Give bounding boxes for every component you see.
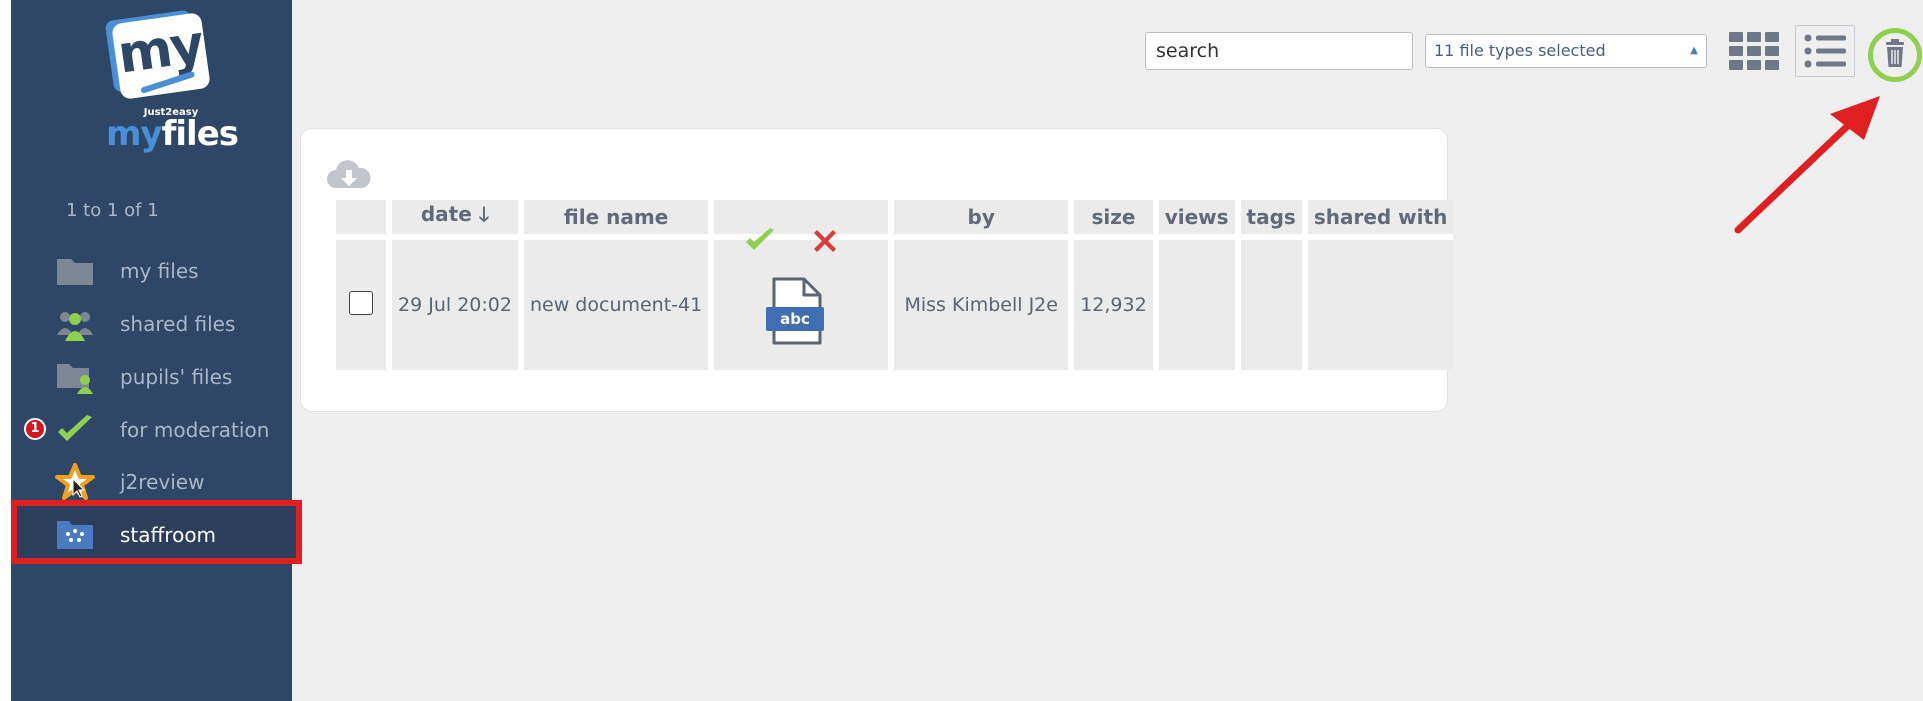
- grid-view-button[interactable]: [1727, 28, 1781, 74]
- row-size: 12,932: [1074, 234, 1153, 370]
- staffroom-icon: [55, 517, 95, 553]
- moderation-count-badge: 1: [24, 418, 46, 440]
- sidebar-item-label: pupils' files: [120, 365, 233, 389]
- row-checkbox[interactable]: [349, 290, 373, 315]
- search-input[interactable]: [1145, 32, 1413, 70]
- select-arrows-icon: ▲: [1690, 45, 1698, 56]
- trash-icon: [1886, 39, 1904, 67]
- row-date: 29 Jul 20:02: [392, 234, 518, 370]
- arrow-down-icon: 🡓: [478, 202, 490, 226]
- column-header-date-label: date: [420, 202, 472, 226]
- grid-view-icon: [1729, 32, 1779, 70]
- folder-icon: [55, 253, 95, 289]
- myfiles-logo[interactable]: my Just2easy myfiles: [106, 12, 239, 154]
- logo-wordmark-my: my: [106, 114, 163, 154]
- approve-check-icon[interactable]: [744, 226, 776, 254]
- reject-x-icon[interactable]: [810, 226, 840, 256]
- files-table: date 🡓 file name by size views tags shar…: [330, 200, 1459, 370]
- sidebar-item-label: for moderation: [120, 418, 270, 442]
- row-shared-with: [1307, 234, 1454, 370]
- table-row[interactable]: 29 Jul 20:02 new document-41 Miss Kimbel…: [336, 234, 1454, 370]
- sidebar-item-pupils-files[interactable]: pupils' files: [11, 353, 292, 401]
- file-types-select[interactable]: 11 file types selected ▲: [1425, 34, 1707, 68]
- column-header-file-name[interactable]: file name: [524, 200, 709, 234]
- star-icon: [55, 463, 95, 500]
- list-view-button[interactable]: [1795, 25, 1855, 77]
- column-header-actions: [714, 200, 889, 234]
- row-select-cell: [336, 234, 386, 370]
- column-header-tags[interactable]: tags: [1240, 200, 1302, 234]
- page-left-margin: [0, 0, 11, 701]
- row-tags: [1240, 234, 1302, 370]
- trash-button[interactable]: [1868, 28, 1922, 82]
- sidebar: my Just2easy myfiles 1 to 1 of 1 my file…: [11, 0, 302, 701]
- annotation-arrow: [1734, 96, 1880, 234]
- column-header-by[interactable]: by: [894, 200, 1069, 234]
- users-icon: [55, 306, 95, 342]
- sidebar-item-label: my files: [120, 259, 199, 283]
- column-header-views[interactable]: views: [1158, 200, 1235, 234]
- list-view-icon: [1804, 34, 1846, 68]
- check-icon: [55, 412, 95, 448]
- document-thumb-label: abc: [780, 310, 810, 328]
- cloud-download-icon[interactable]: [326, 158, 372, 192]
- logo-card: my: [111, 12, 211, 100]
- sidebar-item-label: shared files: [120, 312, 236, 336]
- row-views: [1158, 234, 1235, 370]
- row-file-name[interactable]: new document-41: [524, 234, 709, 370]
- column-header-size[interactable]: size: [1074, 200, 1153, 234]
- sidebar-item-my-files[interactable]: my files: [11, 247, 292, 295]
- row-by: Miss Kimbell J2e: [894, 234, 1069, 370]
- sidebar-item-j2review[interactable]: j2review: [11, 458, 292, 506]
- column-header-shared-with[interactable]: shared with: [1307, 200, 1454, 234]
- file-types-value: 11 file types selected: [1434, 41, 1606, 60]
- select-column-header: [336, 200, 386, 234]
- logo-wordmark: myfiles: [106, 114, 239, 154]
- results-count: 1 to 1 of 1: [66, 200, 159, 221]
- column-header-date[interactable]: date 🡓: [392, 200, 518, 234]
- table-header-row: date 🡓 file name by size views tags shar…: [336, 200, 1454, 234]
- sidebar-item-label: j2review: [120, 470, 205, 494]
- logo-wordmark-files: files: [161, 114, 239, 154]
- sidebar-item-for-moderation[interactable]: for moderation: [11, 406, 292, 454]
- sidebar-item-shared-files[interactable]: shared files: [11, 300, 292, 348]
- pupil-folder-icon: [55, 359, 95, 395]
- sidebar-item-label: staffroom: [120, 523, 217, 547]
- sidebar-item-staffroom[interactable]: staffroom: [11, 511, 292, 559]
- document-file-icon[interactable]: abc: [764, 277, 828, 345]
